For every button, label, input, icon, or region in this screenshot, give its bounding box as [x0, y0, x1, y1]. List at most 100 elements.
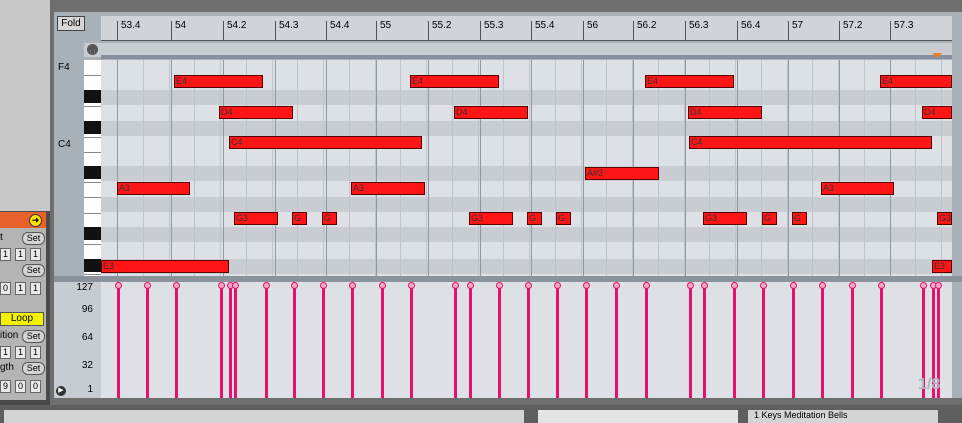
velocity-handle[interactable]: [613, 282, 620, 289]
set-button[interactable]: Set: [22, 232, 45, 245]
value-field[interactable]: 1: [15, 346, 26, 359]
velocity-stem[interactable]: [229, 285, 232, 398]
velocity-stem[interactable]: [645, 285, 648, 398]
velocity-handle[interactable]: [291, 282, 298, 289]
loop-button[interactable]: Loop: [0, 312, 44, 326]
velocity-handle[interactable]: [554, 282, 561, 289]
end-marker-icon[interactable]: [932, 53, 942, 58]
set-button[interactable]: Set: [22, 264, 45, 277]
velocity-stem[interactable]: [351, 285, 354, 398]
midi-note[interactable]: G: [322, 212, 337, 225]
velocity-handle[interactable]: [760, 282, 767, 289]
velocity-stem[interactable]: [851, 285, 854, 398]
velocity-stem[interactable]: [220, 285, 223, 398]
velocity-stem[interactable]: [498, 285, 501, 398]
velocity-handle[interactable]: [379, 282, 386, 289]
piano-keyboard[interactable]: [84, 60, 101, 276]
velocity-stem[interactable]: [293, 285, 296, 398]
velocity-stem[interactable]: [265, 285, 268, 398]
velocity-stem[interactable]: [733, 285, 736, 398]
midi-note[interactable]: D4: [454, 106, 528, 119]
midi-note[interactable]: E4: [410, 75, 499, 88]
value-field[interactable]: 1: [15, 248, 26, 261]
velocity-handle[interactable]: [849, 282, 856, 289]
velocity-stem[interactable]: [410, 285, 413, 398]
velocity-stem[interactable]: [175, 285, 178, 398]
value-field[interactable]: 1: [30, 248, 41, 261]
midi-note[interactable]: E3: [101, 260, 229, 273]
velocity-handle[interactable]: [878, 282, 885, 289]
midi-note[interactable]: D4: [688, 106, 762, 119]
velocity-handle[interactable]: [643, 282, 650, 289]
velocity-stem[interactable]: [703, 285, 706, 398]
midi-note[interactable]: C4: [689, 136, 932, 149]
velocity-handle[interactable]: [687, 282, 694, 289]
midi-note[interactable]: G: [292, 212, 307, 225]
value-field[interactable]: 0: [0, 282, 11, 295]
velocity-stem[interactable]: [117, 285, 120, 398]
midi-note[interactable]: A#3: [585, 167, 659, 180]
velocity-stem[interactable]: [880, 285, 883, 398]
midi-note[interactable]: E3: [932, 260, 952, 273]
midi-note[interactable]: G3: [469, 212, 513, 225]
value-field[interactable]: 0: [30, 380, 41, 393]
velocity-handle[interactable]: [819, 282, 826, 289]
clip-header[interactable]: ➜: [0, 212, 46, 228]
value-field[interactable]: 1: [0, 346, 11, 359]
velocity-handle[interactable]: [115, 282, 122, 289]
value-field[interactable]: 9: [0, 380, 11, 393]
velocity-stem[interactable]: [689, 285, 692, 398]
velocity-stem[interactable]: [381, 285, 384, 398]
velocity-stem[interactable]: [556, 285, 559, 398]
velocity-handle[interactable]: [218, 282, 225, 289]
velocity-stem[interactable]: [527, 285, 530, 398]
velocity-handle[interactable]: [452, 282, 459, 289]
velocity-handle[interactable]: [349, 282, 356, 289]
velocity-handle[interactable]: [496, 282, 503, 289]
midi-note[interactable]: G3: [703, 212, 747, 225]
headphone-icon[interactable]: 🎧: [87, 44, 98, 55]
set-button[interactable]: Set: [22, 330, 45, 343]
velocity-stem[interactable]: [322, 285, 325, 398]
value-field[interactable]: 1: [15, 282, 26, 295]
midi-note[interactable]: E4: [880, 75, 952, 88]
loop-brace[interactable]: [101, 55, 952, 59]
midi-note[interactable]: G: [762, 212, 777, 225]
midi-note[interactable]: C4: [229, 136, 422, 149]
fold-button[interactable]: Fold: [57, 16, 85, 31]
midi-note[interactable]: G: [792, 212, 807, 225]
velocity-handle[interactable]: [263, 282, 270, 289]
velocity-handle[interactable]: [144, 282, 151, 289]
midi-note[interactable]: G: [556, 212, 571, 225]
midi-note[interactable]: D4: [219, 106, 293, 119]
velocity-stem[interactable]: [821, 285, 824, 398]
play-icon[interactable]: ▶: [56, 386, 66, 396]
value-field[interactable]: 0: [15, 380, 26, 393]
midi-note[interactable]: G3: [937, 212, 952, 225]
device-title[interactable]: 1 Keys Meditation Bells: [748, 410, 938, 423]
velocity-handle[interactable]: [790, 282, 797, 289]
velocity-handle[interactable]: [583, 282, 590, 289]
midi-note[interactable]: E4: [174, 75, 263, 88]
velocity-handle[interactable]: [320, 282, 327, 289]
velocity-handle[interactable]: [408, 282, 415, 289]
note-grid[interactable]: E3 A3 E4 D4 C4 G3 G G A3 E4 D4 G3 G G A#3 E4 D4 C4 G3 G G A3 E…: [101, 60, 952, 276]
velocity-stem[interactable]: [585, 285, 588, 398]
midi-note[interactable]: A3: [821, 182, 894, 195]
midi-note[interactable]: A3: [117, 182, 190, 195]
velocity-handle[interactable]: [935, 282, 942, 289]
value-field[interactable]: 1: [0, 248, 11, 261]
midi-note[interactable]: G3: [234, 212, 278, 225]
beat-time-ruler[interactable]: 53.4 54 54.2 54.3 54.4 55 55.2 55.3 55.4 56 56.2 56…: [101, 16, 952, 41]
velocity-stem[interactable]: [146, 285, 149, 398]
velocity-stem[interactable]: [234, 285, 237, 398]
midi-note[interactable]: A3: [351, 182, 425, 195]
velocity-stem[interactable]: [615, 285, 618, 398]
velocity-stem[interactable]: [454, 285, 457, 398]
velocity-handle[interactable]: [920, 282, 927, 289]
midi-note[interactable]: D4: [922, 106, 952, 119]
midi-note[interactable]: G: [527, 212, 542, 225]
velocity-stem[interactable]: [792, 285, 795, 398]
midi-note[interactable]: E4: [645, 75, 734, 88]
velocity-stem[interactable]: [469, 285, 472, 398]
